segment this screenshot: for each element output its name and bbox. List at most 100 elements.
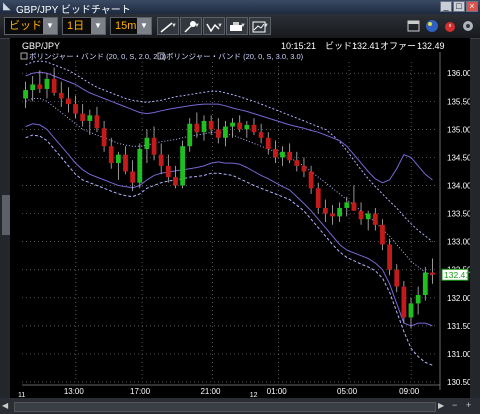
- candle-down: [208, 120, 214, 130]
- color-settings-button[interactable]: [423, 17, 439, 35]
- candlestick-chart[interactable]: 136.00 135.50 135.00 134.50 134.00 133.50 133.…: [10, 38, 472, 399]
- legend-bollinger-2sd: ボリンジャー・バンド (20, 0, S, 2.0, 2.0): [29, 52, 167, 61]
- candle-up: [30, 84, 36, 91]
- scroll-right-icon[interactable]: ▶: [438, 401, 446, 411]
- close-button[interactable]: ×: [466, 1, 478, 12]
- candle-down: [237, 122, 243, 130]
- maximize-button[interactable]: □: [453, 1, 465, 12]
- candle-down: [194, 123, 200, 133]
- candle-down: [372, 213, 378, 225]
- candle-down: [58, 92, 64, 99]
- candle-down: [108, 146, 114, 164]
- x-tick-label: 13:00: [64, 387, 85, 396]
- side-panel-handle[interactable]: [2, 195, 10, 235]
- palette-icon: [426, 20, 438, 32]
- y-tick-label: 130.50: [447, 378, 470, 387]
- price-type-value: ビッド: [9, 20, 42, 32]
- candle-up: [422, 272, 428, 295]
- candle-down: [315, 188, 321, 208]
- scroll-left-icon[interactable]: ◀: [2, 401, 10, 411]
- candle-down: [123, 154, 128, 172]
- candle-up: [201, 120, 207, 133]
- window-icon: [407, 20, 420, 32]
- print-button[interactable]: ▼: [226, 17, 248, 35]
- candle-down: [215, 129, 221, 138]
- candle-down: [294, 160, 300, 166]
- symbol-label: GBP/JPY: [22, 41, 60, 51]
- x-tick-label: 21:00: [200, 387, 221, 396]
- candle-up: [280, 151, 285, 158]
- x-tick-label: 09:00: [399, 387, 420, 396]
- candle-up: [244, 124, 250, 130]
- candle-up: [44, 78, 50, 89]
- title-bar[interactable]: ◣ GBP/JPY ビッドチャート _ □ ×: [0, 0, 480, 16]
- candle-down: [80, 113, 86, 121]
- candle-down: [94, 115, 100, 129]
- candle-down: [37, 84, 43, 89]
- y-tick-label: 135.50: [447, 97, 470, 106]
- bollinger-bands: [25, 60, 433, 366]
- pin-tool-button[interactable]: ▼: [180, 17, 202, 35]
- candle-up: [230, 122, 235, 127]
- chevron-down-icon: ▼: [91, 18, 105, 34]
- candle-up: [187, 123, 193, 147]
- candle-down: [401, 286, 407, 318]
- app-logo-icon: ◣: [3, 1, 11, 12]
- y-tick-label: 134.00: [447, 182, 470, 191]
- candle-down: [173, 177, 178, 186]
- time-axis: 13:00 17:00 21:00 01:00 05:00 09:0011 12: [18, 384, 440, 399]
- candle-up: [415, 294, 421, 304]
- candle-down: [165, 165, 171, 178]
- candle-down: [308, 171, 314, 189]
- bid-value: 132.41: [352, 41, 380, 51]
- gear-icon: [463, 21, 473, 31]
- chart-area[interactable]: 136.00 135.50 135.00 134.50 134.00 133.50 133.…: [10, 38, 472, 399]
- candle-up: [144, 137, 150, 150]
- chevron-down-icon: ▼: [43, 18, 57, 34]
- bollinger-upper-2sd: [25, 71, 433, 184]
- alert-button[interactable]: [441, 17, 457, 35]
- candle-up: [87, 115, 93, 121]
- candle-down: [387, 244, 393, 270]
- candle-up: [337, 207, 343, 217]
- y-tick-label: 133.50: [447, 210, 470, 219]
- dropdown-arrow-icon: ▼: [263, 23, 269, 29]
- price-type-select[interactable]: ビッド ▼: [4, 17, 58, 35]
- y-tick-label: 131.00: [447, 350, 470, 359]
- candle-up: [23, 90, 28, 99]
- y-tick-label: 133.00: [447, 238, 470, 247]
- y-tick-label: 135.00: [447, 125, 470, 134]
- dropdown-arrow-icon: ▼: [240, 23, 246, 29]
- y-tick-label: 136.00: [447, 69, 470, 78]
- candle-down: [65, 98, 71, 105]
- window-mode-button[interactable]: [405, 17, 421, 35]
- chart-image-button[interactable]: ▼: [249, 17, 271, 35]
- candle-up: [180, 146, 186, 186]
- period-select[interactable]: 1日 ▼: [62, 17, 106, 35]
- legend-checkbox-1[interactable]: [20, 52, 28, 60]
- current-price-tag: 132.41: [441, 268, 470, 281]
- candle-down: [272, 149, 278, 158]
- candle-down: [394, 269, 400, 287]
- candle-down: [301, 165, 307, 172]
- zoom-in-icon[interactable]: +: [466, 400, 476, 410]
- bollinger-upper-3sd: [25, 60, 433, 242]
- interval-select[interactable]: 15m ▼: [110, 17, 152, 35]
- candle-down: [358, 210, 364, 220]
- time-scrollbar[interactable]: [14, 402, 436, 412]
- period-value: 1日: [67, 20, 85, 32]
- settings-button[interactable]: [459, 17, 475, 35]
- candle-down: [322, 207, 328, 214]
- bollinger-lower-3sd: [25, 134, 433, 366]
- candle-down: [251, 124, 257, 133]
- candle-down: [130, 171, 136, 183]
- candle-down: [258, 132, 264, 138]
- indicator-tool-button[interactable]: ▼: [203, 17, 225, 35]
- draw-line-tool-button[interactable]: ▼: [157, 17, 179, 35]
- minimize-button[interactable]: _: [440, 1, 452, 12]
- candle-down: [51, 78, 57, 93]
- x-tick-label: 01:00: [267, 387, 288, 396]
- y-tick-label: 132.00: [447, 294, 470, 303]
- zoom-out-icon[interactable]: −: [452, 400, 462, 410]
- price-axis: 136.00 135.50 135.00 134.50 134.00 133.50 133.…: [439, 52, 472, 390]
